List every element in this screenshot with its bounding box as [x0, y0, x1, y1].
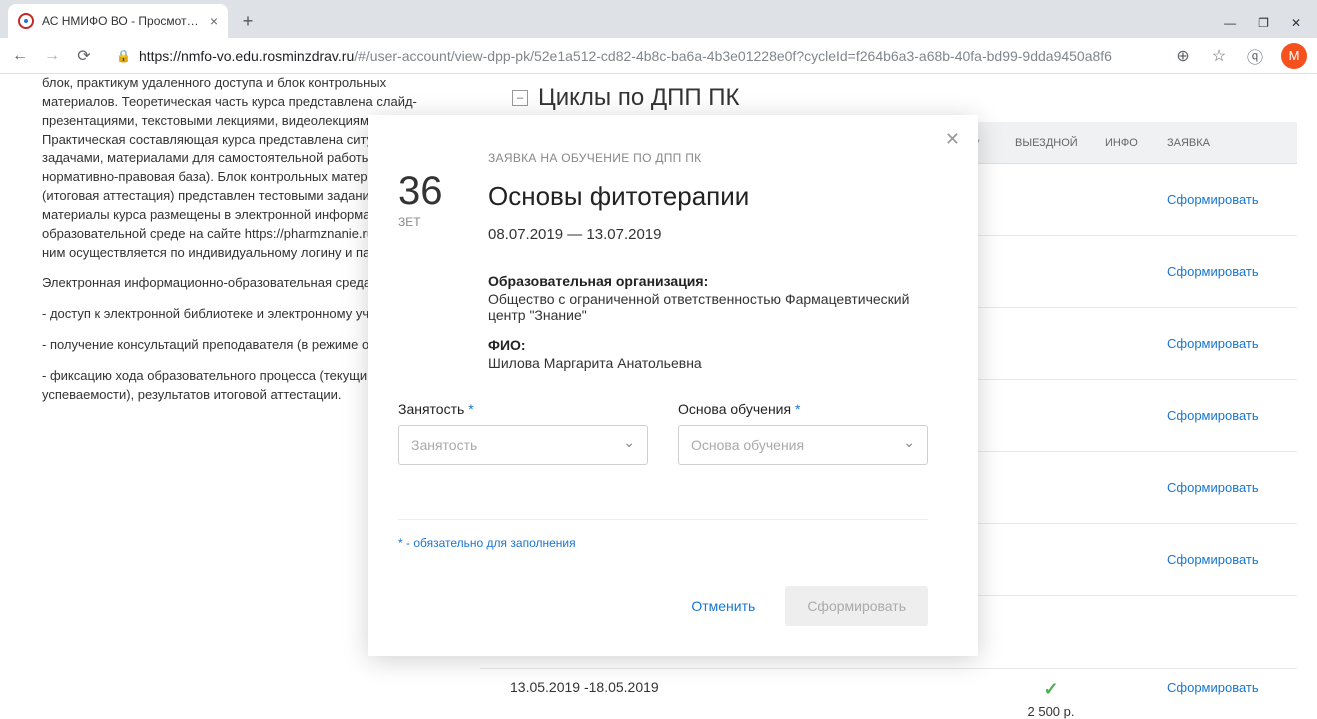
search-small-icon[interactable]: ⓠ — [1245, 44, 1265, 68]
window-close-icon[interactable]: ✕ — [1291, 16, 1301, 30]
modal-dates: 08.07.2019 — 13.07.2019 — [488, 226, 928, 243]
address-bar: ← → ⟳ 🔒 https://nmfo-vo.edu.rosminzdrav.… — [0, 38, 1317, 74]
favicon-icon — [18, 13, 34, 29]
org-label: Образовательная организация: — [488, 273, 928, 289]
nav-back-icon[interactable]: ← — [10, 47, 30, 65]
window-minimize-icon[interactable]: — — [1224, 16, 1236, 30]
browser-tab-strip: АС НМИФО ВО - Просмотр ДП × + — ❐ ✕ — [0, 0, 1317, 38]
new-tab-button[interactable]: + — [234, 7, 262, 35]
lock-icon: 🔒 — [116, 49, 131, 63]
modal-close-icon[interactable]: ✕ — [945, 129, 960, 150]
modal-pretitle: ЗАЯВКА НА ОБУЧЕНИЕ ПО ДПП ПК — [488, 151, 928, 165]
employment-select[interactable]: Занятость — [398, 425, 648, 465]
window-maximize-icon[interactable]: ❐ — [1258, 16, 1269, 30]
url-path: /#/user-account/view-dpp-pk/52e1a512-cd8… — [354, 48, 1112, 64]
url-input[interactable]: 🔒 https://nmfo-vo.edu.rosminzdrav.ru/#/u… — [106, 48, 1161, 64]
cancel-button[interactable]: Отменить — [679, 590, 767, 622]
fio-value: Шилова Маргарита Анатольевна — [488, 355, 928, 371]
modal-backdrop: ✕ 36 ЗЕТ ЗАЯВКА НА ОБУЧЕНИЕ ПО ДПП ПК Ос… — [0, 74, 1317, 715]
basis-label: Основа обучения * — [678, 401, 928, 417]
tab-title: АС НМИФО ВО - Просмотр ДП — [42, 14, 202, 28]
nav-reload-icon[interactable]: ⟳ — [74, 46, 94, 66]
required-note: * - обязательно для заполнения — [398, 519, 928, 550]
zoom-icon[interactable]: ⊕ — [1173, 46, 1193, 66]
modal-title: Основы фитотерапии — [488, 181, 928, 212]
submit-button[interactable]: Сформировать — [785, 586, 928, 626]
zet-label: ЗЕТ — [398, 215, 458, 229]
browser-tab[interactable]: АС НМИФО ВО - Просмотр ДП × — [8, 4, 228, 38]
application-modal: ✕ 36 ЗЕТ ЗАЯВКА НА ОБУЧЕНИЕ ПО ДПП ПК Ос… — [368, 115, 978, 656]
star-icon[interactable]: ☆ — [1209, 46, 1229, 66]
tab-close-icon[interactable]: × — [210, 13, 218, 29]
employment-label: Занятость * — [398, 401, 648, 417]
org-value: Общество с ограниченной ответственностью… — [488, 291, 928, 323]
profile-avatar[interactable]: М — [1281, 43, 1307, 69]
zet-value: 36 — [398, 171, 458, 211]
basis-select[interactable]: Основа обучения — [678, 425, 928, 465]
url-host: https://nmfo-vo.edu.rosminzdrav.ru — [139, 48, 354, 64]
fio-label: ФИО: — [488, 337, 928, 353]
page-content: блок, практикум удаленного доступа и бло… — [0, 74, 1317, 715]
nav-forward-icon[interactable]: → — [42, 47, 62, 65]
window-controls: — ❐ ✕ — [1224, 16, 1317, 30]
